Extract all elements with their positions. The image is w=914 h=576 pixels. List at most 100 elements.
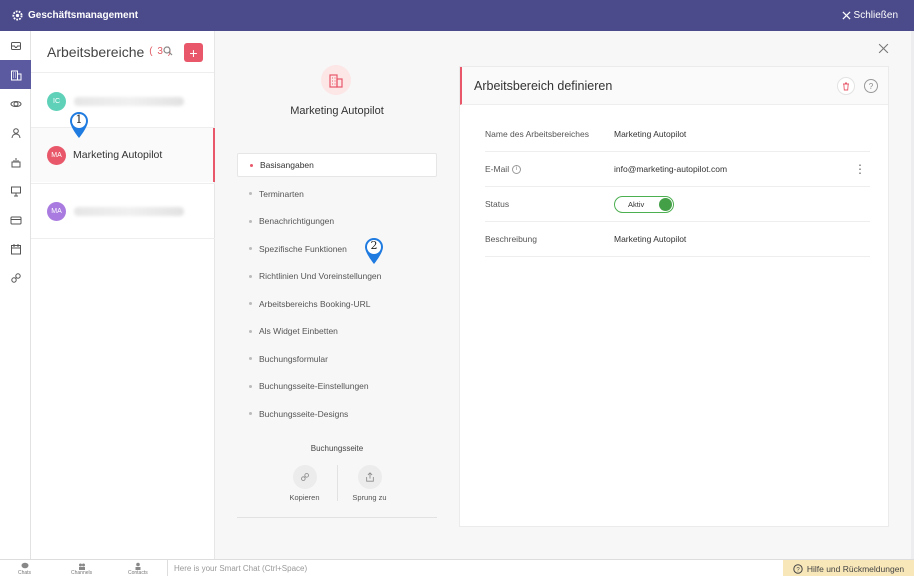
chat-icon [21, 562, 29, 569]
marker-number: 1 [75, 113, 83, 126]
row-name: Name des Arbeitsbereiches Marketing Auto… [485, 117, 870, 152]
bullet [249, 192, 252, 196]
row-label: Status [485, 199, 510, 209]
row-status: Status Aktiv [485, 187, 870, 222]
bullet [249, 247, 252, 251]
bullet [250, 163, 253, 167]
chat-placeholder: Here is your Smart Chat (Ctrl+Space) [174, 564, 308, 573]
link-icon [10, 272, 21, 283]
menu-label: Spezifische Funktionen [259, 243, 347, 254]
menu-item-richtlinien[interactable]: Richtlinien Und Voreinstellungen [237, 263, 437, 291]
copy-button[interactable]: Kopieren [283, 465, 327, 502]
toggle-knob [659, 197, 672, 211]
question-icon: ? [793, 563, 803, 574]
rail-integrations[interactable] [0, 263, 31, 292]
rail-staff[interactable] [0, 118, 31, 147]
workspace-item[interactable]: MA [31, 184, 215, 238]
menu-item-booking-url[interactable]: Arbeitsbereichs Booking-URL [237, 290, 437, 318]
menu-item-buchungsseite-einstellungen[interactable]: Buchungsseite-Einstellungen [237, 373, 437, 401]
info-icon[interactable]: i [512, 164, 522, 174]
more-options-icon[interactable]: ⋮ [854, 162, 866, 176]
menu-label: Buchungsseite-Designs [259, 408, 349, 419]
rail-resources[interactable] [0, 176, 31, 205]
menu-label: Terminarten [259, 188, 304, 199]
menu-item-widget[interactable]: Als Widget Einbetten [237, 318, 437, 346]
trash-icon [843, 82, 849, 90]
marker-number: 2 [370, 239, 378, 252]
help-button[interactable]: ? [864, 79, 878, 93]
bullet [249, 412, 252, 416]
help-feedback-button[interactable]: ? Hilfe und Rückmeldungen [783, 560, 914, 576]
goto-button[interactable]: Sprung zu [348, 465, 392, 502]
main-area: Marketing Autopilot Basisangaben Termina… [215, 31, 911, 559]
avatar: MA [47, 145, 66, 165]
blurred-workspace-name [74, 96, 184, 106]
status-toggle[interactable]: Aktiv [614, 195, 674, 213]
menu-item-spezifische-funktionen[interactable]: Spezifische Funktionen [237, 235, 437, 263]
bottom-bar: Chats Channels Contacts Here is your Sma… [0, 559, 914, 576]
row-description: Beschreibung Marketing Autopilot [485, 222, 870, 257]
divider [237, 517, 437, 518]
app-logo: Geschäftsmanagement [12, 10, 138, 21]
workspace-name: Marketing Autopilot [73, 149, 163, 161]
bullet [249, 274, 252, 278]
icon-rail [0, 31, 31, 559]
workspace-item-selected[interactable]: MA Marketing Autopilot [31, 128, 215, 182]
workspace-title: Arbeitsbereiche [47, 43, 145, 60]
avatar: MA [47, 201, 66, 221]
rail-events[interactable] [0, 147, 31, 176]
workspace-definition-card: Arbeitsbereich definieren ? Name des Arb… [459, 66, 889, 527]
close-button[interactable]: Schließen [841, 0, 898, 31]
close-icon [841, 11, 851, 20]
row-label-wrap: E-Mail i [485, 164, 614, 174]
goto-icon-wrap [357, 465, 382, 489]
menu-item-benachrichtigungen[interactable]: Benachrichtigungen [237, 208, 437, 236]
menu-label: Benachrichtigungen [259, 216, 335, 227]
delete-button[interactable] [837, 77, 855, 95]
share-icon [365, 472, 374, 482]
calendar-icon [10, 243, 21, 254]
add-workspace-button[interactable]: + [184, 43, 203, 62]
menu-item-buchungsformular[interactable]: Buchungsformular [237, 345, 437, 373]
close-label: Schließen [853, 10, 898, 21]
rail-inbox[interactable] [0, 31, 31, 60]
step-marker-1: 1 [68, 111, 90, 139]
avatar: IC [47, 91, 66, 111]
copy-label: Kopieren [289, 493, 320, 502]
menu-label: Buchungsformular [259, 353, 328, 364]
workspace-icon [321, 65, 351, 95]
gear-icon [12, 10, 23, 21]
workspace-profile-name: Marketing Autopilot [290, 105, 384, 117]
copy-icon-wrap [292, 465, 317, 489]
contacts-label: Contacts [128, 570, 148, 576]
rail-workspaces[interactable] [0, 60, 31, 89]
presentation-icon [10, 186, 21, 196]
row-value: Marketing Autopilot [614, 129, 687, 139]
contacts-button[interactable]: Contacts [128, 562, 148, 576]
search-button[interactable] [163, 46, 173, 59]
chats-button[interactable]: Chats [18, 562, 31, 576]
search-icon [163, 46, 173, 56]
blurred-workspace-name [74, 206, 184, 216]
card-title: Arbeitsbereich definieren [474, 78, 613, 93]
workspace-item[interactable]: IC [31, 74, 215, 128]
smart-chat-input[interactable]: Here is your Smart Chat (Ctrl+Space) [167, 560, 777, 576]
channels-button[interactable]: Channels [71, 562, 92, 576]
close-icon [878, 43, 889, 54]
plus-icon: + [189, 44, 198, 61]
rail-services[interactable] [0, 89, 31, 118]
menu-item-terminarten[interactable]: Terminarten [237, 180, 437, 208]
rail-calendar[interactable] [0, 234, 31, 263]
menu-item-buchungsseite-designs[interactable]: Buchungsseite-Designs [237, 400, 437, 428]
card-header: Arbeitsbereich definieren [460, 67, 888, 105]
close-panel-button[interactable] [878, 41, 889, 59]
bullet [249, 329, 252, 333]
bullet [249, 384, 252, 388]
rail-payments[interactable] [0, 205, 31, 234]
menu-item-basisangaben[interactable]: Basisangaben [237, 153, 437, 177]
bullet [249, 357, 252, 361]
satellite-icon [10, 100, 21, 107]
card-icon [10, 216, 21, 224]
chats-label: Chats [18, 570, 32, 576]
top-bar: Geschäftsmanagement Schließen [0, 0, 914, 31]
